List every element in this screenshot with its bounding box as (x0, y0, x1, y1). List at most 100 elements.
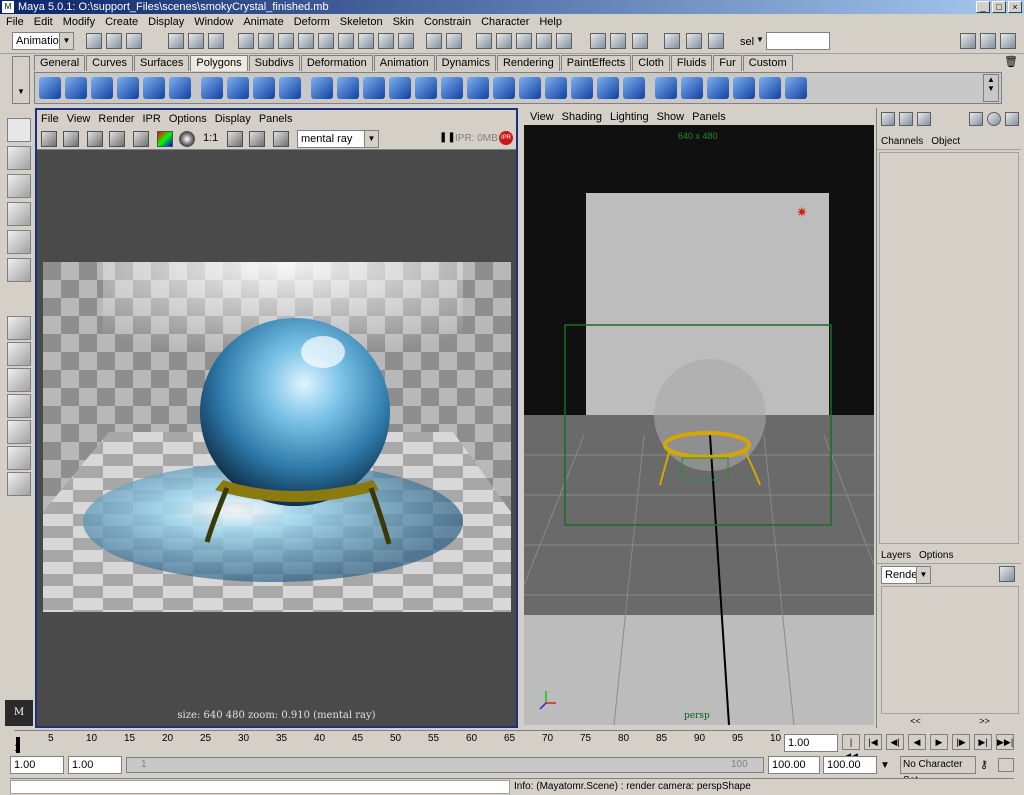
vp-menu-shading[interactable]: Shading (562, 111, 602, 123)
show-channel-box-icon[interactable] (1000, 33, 1016, 49)
poly-cube-icon[interactable] (65, 77, 87, 99)
shelf-tab-surfaces[interactable]: Surfaces (133, 55, 190, 71)
poly-extrude-edge-icon[interactable] (363, 77, 385, 99)
show-attribute-editor-icon[interactable] (960, 33, 976, 49)
shelf-tab-fur[interactable]: Fur (713, 55, 742, 71)
shelf-tab-subdivs[interactable]: Subdivs (248, 55, 300, 71)
poly-combine-icon[interactable] (201, 77, 223, 99)
minimize-button[interactable]: _ (976, 1, 990, 13)
snapshot-icon[interactable] (133, 131, 149, 147)
command-line-input[interactable] (10, 780, 510, 794)
menu-help[interactable]: Help (539, 16, 562, 28)
layer-editor-icon[interactable] (899, 112, 913, 126)
menu-constrain[interactable]: Constrain (424, 16, 471, 28)
poly-collapse-icon[interactable] (467, 77, 489, 99)
shelf-tab-deformation[interactable]: Deformation (300, 55, 373, 71)
trash-icon[interactable]: 🗑 (1004, 55, 1018, 69)
poly-sphere-icon[interactable] (39, 77, 61, 99)
key-icon[interactable]: ⚷ (980, 758, 996, 772)
save-scene-icon[interactable] (126, 33, 142, 49)
construction-history-icon[interactable] (632, 33, 648, 49)
snap-grid-icon[interactable] (476, 33, 492, 49)
keep-image-icon[interactable] (227, 131, 243, 147)
select-misc-icon[interactable] (398, 33, 414, 49)
redo-render-icon[interactable] (41, 131, 57, 147)
animation-prefs-icon[interactable] (998, 758, 1014, 772)
menu-skin[interactable]: Skin (393, 16, 414, 28)
shelf-tab-painteffects[interactable]: PaintEffects (560, 55, 632, 71)
poly-uv-editor-icon[interactable] (707, 77, 729, 99)
menu-character[interactable]: Character (481, 16, 529, 28)
poly-smooth-icon[interactable] (311, 77, 333, 99)
range-slider[interactable]: 1 100 (126, 757, 764, 773)
current-frame-field[interactable]: 1.00 (784, 734, 838, 752)
pause-icon[interactable]: ❚❚ (439, 132, 456, 143)
channel-layer-icon[interactable] (917, 112, 931, 126)
poly-wedge-icon[interactable] (571, 77, 593, 99)
ipr-render-icon[interactable] (686, 33, 702, 49)
character-set-field[interactable]: No Character Set (900, 756, 976, 786)
step-forward-key-icon[interactable]: ▶| (974, 734, 992, 750)
input-ops-icon[interactable] (590, 33, 606, 49)
outliner-layout-icon[interactable] (7, 368, 31, 392)
shelf-options-button[interactable]: ▼ (12, 56, 30, 104)
poly-bevel-icon[interactable] (389, 77, 411, 99)
poly-torus-icon[interactable] (169, 77, 191, 99)
poly-checker-icon[interactable] (733, 77, 755, 99)
graph-editor-layout-icon[interactable] (7, 394, 31, 418)
shelf-tab-custom[interactable]: Custom (742, 55, 793, 71)
snap-curve-icon[interactable] (496, 33, 512, 49)
start-time-field[interactable]: 1.00 (10, 756, 64, 774)
select-tool-icon[interactable] (7, 118, 31, 142)
menu-edit[interactable]: Edit (34, 16, 53, 28)
shelf-tab-rendering[interactable]: Rendering (496, 55, 560, 71)
paint-select-tool-icon[interactable] (7, 174, 31, 198)
poly-union-icon[interactable] (253, 77, 275, 99)
layer-mode-dropdown[interactable]: Render ▼ (881, 566, 931, 584)
new-scene-icon[interactable] (86, 33, 102, 49)
lock-panel-icon[interactable] (1005, 112, 1019, 126)
lock-selection-icon[interactable] (426, 33, 442, 49)
refresh-ipr-icon[interactable] (109, 131, 125, 147)
menu-file[interactable]: File (6, 16, 24, 28)
move-tool-icon[interactable] (7, 202, 31, 226)
poly-cleanup-icon[interactable] (759, 77, 781, 99)
poly-split-icon[interactable] (415, 77, 437, 99)
end-time-field[interactable]: 100.00 (823, 756, 877, 774)
render-view-layout-icon[interactable] (7, 446, 31, 470)
poly-extrude-face-icon[interactable] (337, 77, 359, 99)
four-view-layout-icon[interactable] (7, 342, 31, 366)
renderer-dropdown[interactable]: mental ray ▼ (297, 130, 379, 148)
alpha-channel-icon[interactable] (179, 131, 195, 147)
vp-menu-lighting[interactable]: Lighting (610, 111, 649, 123)
remove-image-icon[interactable] (249, 131, 265, 147)
rgb-channel-icon[interactable] (157, 131, 173, 147)
vp-menu-view[interactable]: View (530, 111, 554, 123)
snap-view-plane-icon[interactable] (536, 33, 552, 49)
vp-menu-panels[interactable]: Panels (692, 111, 726, 123)
snap-point-icon[interactable] (516, 33, 532, 49)
scale-tool-icon[interactable] (7, 258, 31, 282)
poly-reduce-icon[interactable] (785, 77, 807, 99)
maximize-button[interactable]: □ (992, 1, 1006, 13)
poly-cone-icon[interactable] (117, 77, 139, 99)
step-back-frame-icon[interactable]: ◀| (886, 734, 904, 750)
select-curves-icon[interactable] (298, 33, 314, 49)
light-icon[interactable]: ✷ (796, 205, 808, 221)
shelf-tab-dynamics[interactable]: Dynamics (435, 55, 496, 71)
output-ops-icon[interactable] (610, 33, 626, 49)
render-region-icon[interactable] (63, 131, 79, 147)
menu-window[interactable]: Window (194, 16, 233, 28)
channel-box-icon[interactable] (881, 112, 895, 126)
new-layer-icon[interactable] (999, 566, 1015, 582)
rv-menu-display[interactable]: Display (215, 113, 251, 125)
poly-difference-icon[interactable] (279, 77, 301, 99)
shelf-tab-curves[interactable]: Curves (86, 55, 133, 71)
menu-deform[interactable]: Deform (294, 16, 330, 28)
rv-menu-ipr[interactable]: IPR (142, 113, 160, 125)
cb-menu-object[interactable]: Object (931, 136, 960, 147)
time-slider[interactable]: 1 5 10 15 20 25 30 35 40 45 50 55 60 65 … (14, 730, 781, 754)
step-forward-frame-icon[interactable]: |▶ (952, 734, 970, 750)
close-button[interactable]: × (1008, 1, 1022, 13)
tool-settings-icon[interactable] (987, 112, 1001, 126)
